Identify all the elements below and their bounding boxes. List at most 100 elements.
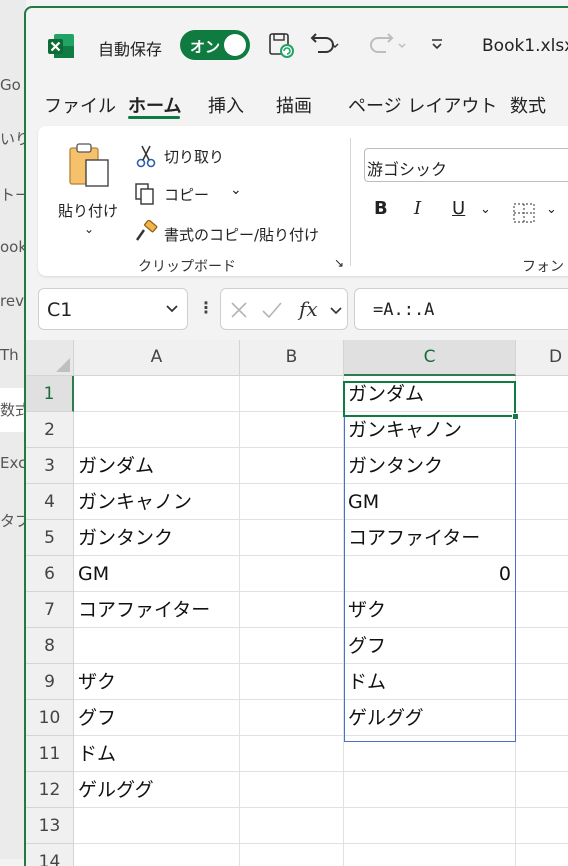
cell-c[interactable]: ゲルググ (344, 700, 516, 736)
name-box[interactable]: C1 (38, 288, 188, 330)
cell-a[interactable]: ゲルググ (74, 772, 240, 808)
enter-check-icon[interactable] (261, 300, 283, 320)
autosave-toggle[interactable]: オン (180, 30, 250, 60)
paste-button[interactable]: 貼り付け ⌄ (48, 136, 128, 246)
fill-handle[interactable] (512, 413, 519, 420)
cancel-icon[interactable] (229, 300, 249, 320)
cell-a[interactable]: GM (74, 556, 240, 592)
cell-c[interactable]: コアファイター (344, 520, 516, 556)
insert-function-button[interactable]: fx (299, 297, 318, 321)
cell-c[interactable]: ドム (344, 664, 516, 700)
column-header-d[interactable]: D (516, 340, 568, 376)
cut-button[interactable]: 切り取り (164, 146, 224, 167)
cell-d[interactable] (516, 700, 568, 736)
cell-d[interactable] (516, 772, 568, 808)
row-header[interactable]: 13 (26, 808, 74, 844)
cell-a[interactable]: ガンタンク (74, 520, 240, 556)
row-header[interactable]: 10 (26, 700, 74, 736)
redo-icon[interactable] (368, 32, 408, 58)
chevron-down-icon[interactable] (329, 305, 343, 317)
cell-c[interactable]: グフ (344, 628, 516, 664)
cell-d[interactable] (516, 556, 568, 592)
cell-b[interactable] (240, 808, 344, 844)
cell-a[interactable] (74, 412, 240, 448)
row-header[interactable]: 6 (26, 556, 74, 592)
cell-c[interactable]: GM (344, 484, 516, 520)
cell-c[interactable] (344, 772, 516, 808)
cell-c[interactable]: 0 (344, 556, 516, 592)
cell-d[interactable] (516, 592, 568, 628)
row-header[interactable]: 3 (26, 448, 74, 484)
cell-a[interactable]: ザク (74, 664, 240, 700)
cell-d[interactable] (516, 520, 568, 556)
row-header[interactable]: 12 (26, 772, 74, 808)
tab-page-layout[interactable]: ページ レイアウト (348, 92, 497, 118)
underline-button[interactable]: U (452, 198, 465, 219)
underline-dropdown-icon[interactable]: ⌄ (480, 202, 491, 217)
clipboard-launcher-icon[interactable]: ↘ (334, 256, 344, 270)
cell-c[interactable] (344, 808, 516, 844)
cell-d[interactable] (516, 808, 568, 844)
tab-insert[interactable]: 挿入 (208, 92, 244, 118)
cell-b[interactable] (240, 520, 344, 556)
cell-c[interactable]: ガンタンク (344, 448, 516, 484)
cell-d[interactable] (516, 412, 568, 448)
more-options-icon[interactable]: ⋮ (198, 298, 214, 317)
cell-b[interactable] (240, 376, 344, 412)
cell-b[interactable] (240, 700, 344, 736)
column-header-b[interactable]: B (240, 340, 344, 376)
tab-home[interactable]: ホーム (128, 92, 181, 118)
row-header[interactable]: 2 (26, 412, 74, 448)
cell-b[interactable] (240, 664, 344, 700)
row-header[interactable]: 9 (26, 664, 74, 700)
font-name-box[interactable]: 游ゴシック (364, 148, 568, 182)
cell-b[interactable] (240, 736, 344, 772)
row-header[interactable]: 8 (26, 628, 74, 664)
column-header-c[interactable]: C (344, 340, 516, 376)
cell-a[interactable]: コアファイター (74, 592, 240, 628)
cell-d[interactable] (516, 844, 568, 866)
cell-a[interactable]: ガンダム (74, 448, 240, 484)
cell-b[interactable] (240, 484, 344, 520)
cell-a[interactable] (74, 376, 240, 412)
cell-a[interactable] (74, 844, 240, 866)
formula-input[interactable]: =A.:.A (354, 288, 568, 330)
cell-b[interactable] (240, 628, 344, 664)
bg-item-selected[interactable]: 数式 (0, 388, 26, 432)
cell-b[interactable] (240, 844, 344, 866)
italic-button[interactable]: I (414, 198, 421, 219)
cell-d[interactable] (516, 484, 568, 520)
cell-b[interactable] (240, 592, 344, 628)
cell-d[interactable] (516, 376, 568, 412)
row-header[interactable]: 7 (26, 592, 74, 628)
cell-c[interactable] (344, 844, 516, 866)
undo-icon[interactable] (310, 32, 340, 58)
copy-button[interactable]: コピー (164, 184, 209, 205)
cell-c[interactable]: ガンキャノン (344, 412, 516, 448)
cell-c[interactable] (344, 736, 516, 772)
tab-file[interactable]: ファイル (44, 92, 116, 118)
cell-d[interactable] (516, 448, 568, 484)
row-header[interactable]: 4 (26, 484, 74, 520)
row-header[interactable]: 11 (26, 736, 74, 772)
format-painter-button[interactable]: 書式のコピー/貼り付け (164, 224, 319, 245)
borders-dropdown-icon[interactable]: ⌄ (546, 202, 557, 217)
cell-d[interactable] (516, 628, 568, 664)
cell-a[interactable]: グフ (74, 700, 240, 736)
cell-a[interactable]: ガンキャノン (74, 484, 240, 520)
row-header[interactable]: 1 (26, 376, 74, 412)
cell-b[interactable] (240, 556, 344, 592)
save-icon[interactable] (268, 32, 294, 58)
workbook-title[interactable]: Book1.xlsx (482, 36, 568, 56)
cell-c[interactable]: ザク (344, 592, 516, 628)
tab-draw[interactable]: 描画 (276, 92, 312, 118)
row-header[interactable]: 14 (26, 844, 74, 866)
row-header[interactable]: 5 (26, 520, 74, 556)
customize-toolbar-icon[interactable] (428, 32, 446, 58)
cell-d[interactable] (516, 736, 568, 772)
borders-icon[interactable] (512, 202, 536, 224)
cell-a[interactable]: ドム (74, 736, 240, 772)
copy-dropdown-icon[interactable]: ⌄ (230, 182, 242, 198)
column-header-a[interactable]: A (74, 340, 240, 376)
paste-dropdown-icon[interactable]: ⌄ (84, 222, 94, 236)
